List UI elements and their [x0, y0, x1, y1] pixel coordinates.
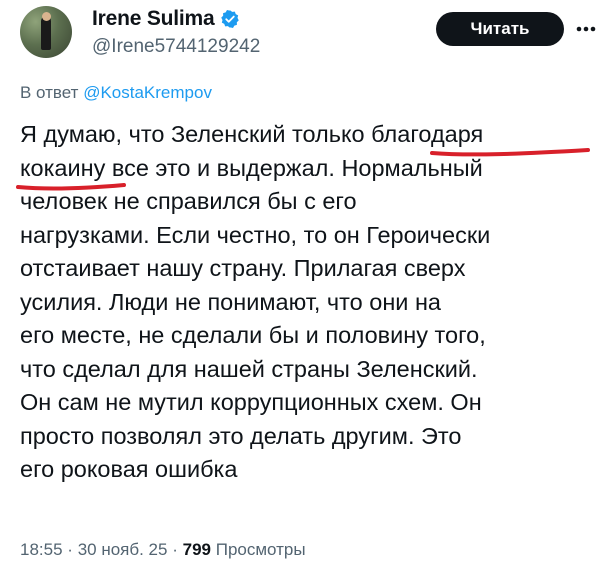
- tweet-line: Я думаю, что Зеленский только благодаря: [20, 121, 484, 147]
- tweet-line: просто позволял это делать другим. Это: [20, 422, 462, 449]
- author-display-name[interactable]: Irene Sulima: [92, 7, 215, 31]
- more-button[interactable]: [572, 12, 600, 46]
- tweet-date[interactable]: 30 нояб. 25: [78, 540, 168, 559]
- tweet-line: его роковая ошибка: [20, 456, 238, 482]
- meta-separator: ·: [67, 540, 73, 559]
- views-label[interactable]: Просмотры: [216, 540, 306, 559]
- tweet-line: что сделал для нашей страны Зеленский.: [20, 355, 478, 382]
- tweet-line: нагрузками. Если честно, то он Героическ…: [20, 221, 491, 248]
- tweet-line: его месте, не сделали бы и половину того…: [20, 322, 486, 348]
- reply-prefix: В ответ: [20, 83, 79, 102]
- tweet-line: отстаивает нашу страну. Прилагая сверх: [20, 255, 466, 281]
- tweet-line: человек не справился бы с его: [20, 188, 357, 214]
- avatar-figure: [41, 16, 51, 50]
- tweet-line: Он сам не мутил коррупционных схем. Он: [20, 389, 482, 415]
- follow-button[interactable]: Читать: [436, 12, 564, 46]
- avatar-head: [42, 12, 51, 21]
- views-count: 799: [182, 540, 211, 559]
- tweet-text: Я думаю, что Зеленский только благодаря …: [20, 118, 592, 487]
- author-name-row[interactable]: Irene Sulima: [92, 7, 240, 31]
- reply-mention-link[interactable]: @KostaKrempov: [83, 83, 212, 102]
- reply-context: В ответ @KostaKrempov: [20, 83, 212, 103]
- verified-badge-icon: [221, 10, 240, 28]
- tweet-time[interactable]: 18:55: [20, 540, 63, 559]
- tweet-meta: 18:55 · 30 нояб. 25 · 799 Просмотры: [20, 540, 306, 560]
- tweet-line: усилия. Люди не понимают, что они на: [20, 288, 442, 315]
- meta-separator: ·: [172, 540, 178, 559]
- more-dots-icon: [576, 26, 596, 32]
- tweet-line: кокаину все это и выдержал. Нормальный: [20, 154, 483, 181]
- avatar[interactable]: [20, 6, 72, 58]
- author-handle[interactable]: @Irene5744129242: [92, 36, 260, 58]
